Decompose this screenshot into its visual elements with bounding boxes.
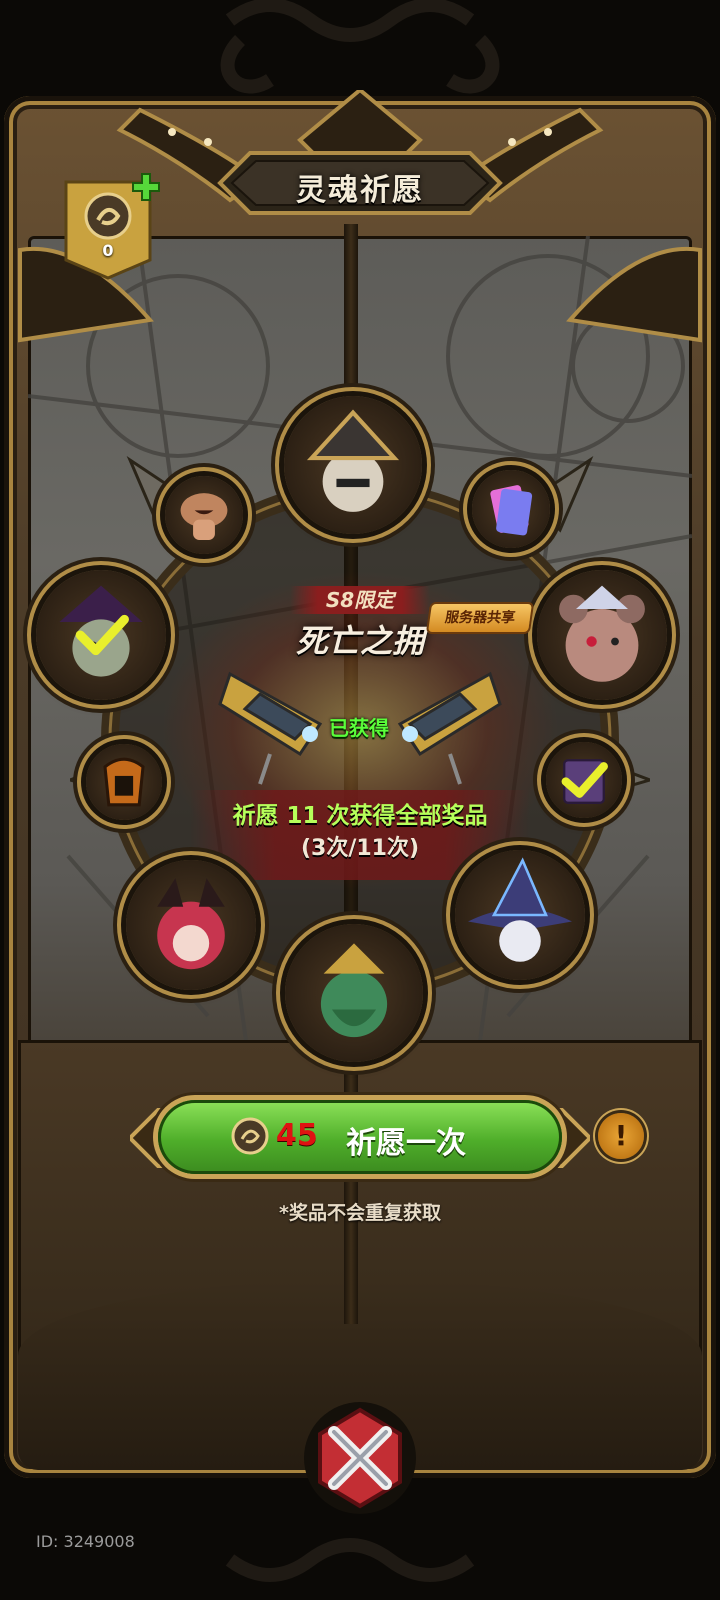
close-button[interactable] bbox=[300, 1398, 420, 1518]
bear-hero-icon bbox=[559, 585, 645, 682]
reward-slot-left-bottom[interactable] bbox=[126, 860, 256, 990]
reward-slot-right-bottom[interactable] bbox=[455, 850, 585, 980]
red-demon-hero-icon bbox=[157, 878, 225, 970]
wish-info-text: 祈愿 11 次获得全部奖品 bbox=[232, 803, 488, 829]
info-button[interactable]: ! bbox=[598, 1113, 644, 1159]
mask-icon bbox=[103, 757, 145, 807]
reward-slot-left-top[interactable] bbox=[36, 570, 166, 700]
witch-hero-icon bbox=[468, 857, 572, 962]
currency-amount: 0 bbox=[102, 241, 114, 260]
wish-cost: 45 bbox=[276, 1118, 318, 1153]
mushroom-icon bbox=[180, 493, 228, 540]
season-label: S8限定 bbox=[290, 586, 430, 614]
sea-lord-hero-icon bbox=[320, 943, 388, 1038]
page-title: 灵魂祈愿 bbox=[296, 173, 424, 208]
reward-slot-top-left[interactable] bbox=[165, 476, 243, 554]
pirate-hero-icon bbox=[306, 409, 400, 512]
reward-slot-top[interactable] bbox=[284, 396, 422, 534]
reward-slot-bottom[interactable] bbox=[285, 924, 423, 1062]
player-id: ID: 3249008 bbox=[36, 1532, 135, 1551]
soul-coin-icon bbox=[231, 1117, 269, 1155]
reward-slot-right-top[interactable] bbox=[537, 570, 667, 700]
reward-note: *奖品不会重复获取 bbox=[279, 1202, 441, 1224]
obtained-check-icon bbox=[561, 762, 608, 798]
wish-progress: (3次/11次) bbox=[300, 836, 420, 861]
obtained-check-icon bbox=[75, 614, 129, 656]
card-pack-icon bbox=[490, 485, 533, 536]
obtained-status: 已获得 bbox=[329, 716, 389, 740]
wish-button-label: 祈愿一次 bbox=[346, 1126, 466, 1161]
reward-slot-right-mid[interactable] bbox=[546, 742, 622, 818]
reward-slot-top-right[interactable] bbox=[472, 470, 550, 548]
plus-icon[interactable] bbox=[131, 172, 161, 202]
server-shared-tag: 服务器共享 bbox=[428, 604, 532, 632]
reward-slot-left-mid[interactable] bbox=[86, 744, 162, 820]
